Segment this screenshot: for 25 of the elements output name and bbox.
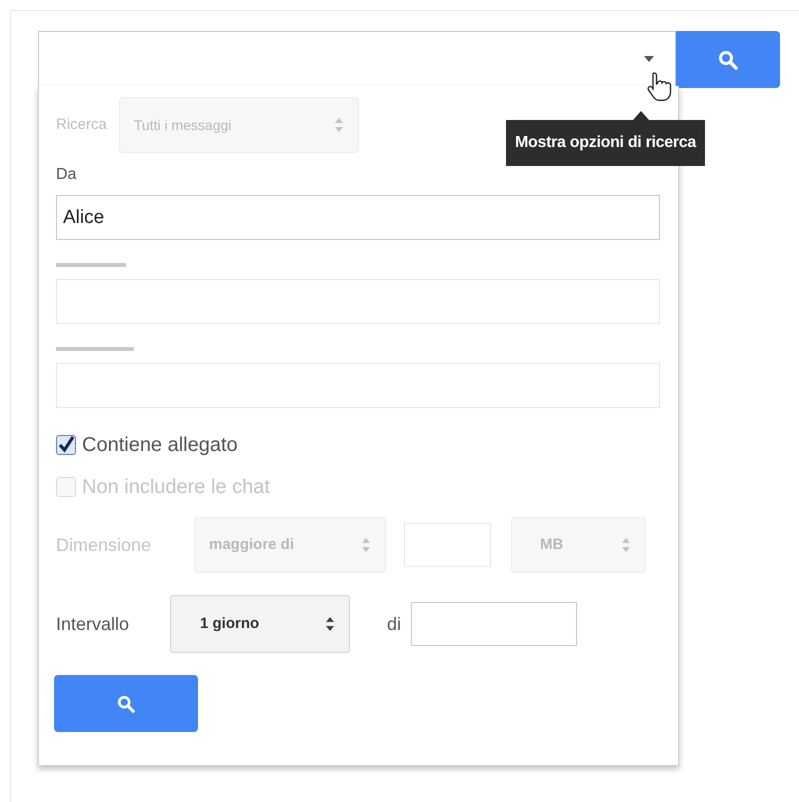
input-field[interactable] — [56, 363, 660, 408]
checkbox-label: Non includere le chat — [82, 475, 270, 500]
checkbox[interactable] — [56, 435, 76, 455]
spinner-arrows-icon — [621, 537, 631, 553]
from-field[interactable]: Alice — [56, 195, 660, 240]
search-field[interactable] — [38, 31, 676, 87]
field-label: Intervallo — [56, 612, 130, 636]
field-label: Dimensione — [56, 534, 152, 556]
redacted-label — [56, 263, 126, 267]
dropdown-caret-icon[interactable] — [644, 56, 654, 62]
range-select[interactable]: 1 giorno — [170, 595, 350, 653]
search-icon — [117, 694, 135, 712]
tooltip: Mostra opzioni di ricerca — [506, 111, 705, 166]
input-field[interactable] — [56, 279, 660, 324]
date-field[interactable] — [411, 602, 577, 646]
field-label: Da — [56, 165, 76, 185]
spinner-arrows-icon — [325, 616, 335, 632]
field-label: Ricerca — [56, 114, 107, 135]
search-scope-select: Tutti i messaggi — [118, 97, 359, 153]
spinner-arrows-icon — [334, 117, 344, 133]
spinner-arrows-icon — [361, 537, 371, 553]
field-label: di — [387, 612, 402, 636]
search-icon — [718, 50, 738, 70]
search-button[interactable] — [676, 31, 780, 88]
checkbox-label: Contiene allegato — [82, 433, 238, 458]
